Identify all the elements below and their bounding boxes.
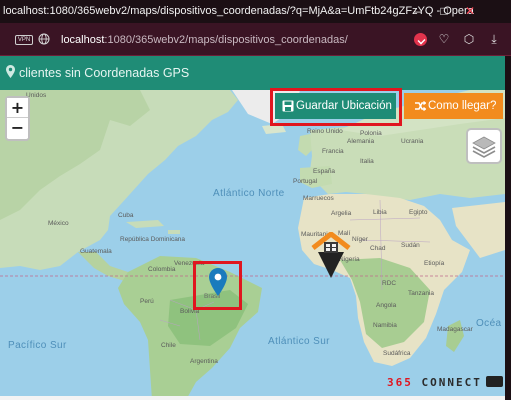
address-bar: VPN localhost:1080/365webv2/maps/disposi…: [0, 23, 511, 56]
map-label-spain: España: [313, 168, 336, 175]
ocean-label-pacific-south: Pacífico Sur: [8, 340, 67, 351]
maximize-icon[interactable]: □: [436, 3, 452, 19]
heart-icon[interactable]: ♡: [437, 32, 451, 46]
globe-icon: [38, 33, 50, 45]
map-label-angola: Angola: [376, 302, 397, 309]
ocean-label-indian: Océa Índi: [476, 318, 505, 329]
page-title: clientes sin Coordenadas GPS: [19, 66, 190, 80]
map-label-argentina: Argentina: [190, 358, 218, 365]
snapshot-icon[interactable]: ⬡: [462, 32, 476, 46]
save-location-label: Guardar Ubicación: [296, 100, 392, 112]
map-label-sudan: Sudán: [401, 242, 420, 249]
floppy-disk-icon: [282, 100, 294, 112]
ocean-label-atlantic-south: Atlántico Sur: [268, 336, 330, 347]
route-icon: [415, 100, 426, 112]
map-label-poland: Polonia: [360, 130, 382, 137]
map-label-dominican: República Dominicana: [120, 236, 186, 243]
highlight-box-marker: [193, 261, 242, 310]
map-label-south-africa: Sudáfrica: [383, 350, 411, 357]
map-label-drc: RDC: [382, 280, 397, 287]
map-label-ukraine: Ucrania: [401, 138, 424, 145]
map-label-ethiopia: Etiopía: [424, 260, 445, 267]
brand-logo-badge: [485, 376, 503, 387]
vpn-badge[interactable]: VPN: [15, 35, 33, 45]
window-title: localhost:1080/365webv2/maps/dispositivo…: [3, 5, 474, 17]
layers-control[interactable]: [466, 128, 502, 164]
directions-button[interactable]: Como llegar?: [404, 93, 503, 119]
map-label-peru: Perú: [140, 298, 154, 305]
map-canvas[interactable]: Reino Unido Polonia Alemania Ucrania Fra…: [0, 90, 505, 400]
ocean-label-atlantic-north: Atlántico Norte: [213, 188, 285, 199]
map-label-cuba: Cuba: [118, 212, 134, 219]
brand-logo: 365 CONNECT: [387, 376, 503, 389]
home-marker-icon[interactable]: [309, 232, 353, 280]
url-field[interactable]: localhost:1080/365webv2/maps/dispositivo…: [61, 34, 348, 46]
map-label-colombia: Colombia: [148, 266, 176, 273]
map-label-chad: Chad: [370, 245, 386, 252]
app-header: clientes sin Coordenadas GPS: [0, 56, 505, 90]
brand-logo-number: 365: [387, 376, 413, 389]
map-label-portugal: Portugal: [293, 178, 318, 185]
map-label-libya: Libia: [373, 209, 387, 216]
map-label-egypt: Egipto: [409, 209, 428, 216]
map-marker-icon: [6, 65, 15, 78]
close-icon[interactable]: ✕: [462, 3, 478, 19]
window-titlebar: localhost:1080/365webv2/maps/dispositivo…: [0, 0, 511, 23]
map-label-guatemala: Guatemala: [80, 248, 112, 255]
save-location-button[interactable]: Guardar Ubicación: [275, 93, 396, 119]
zoom-in-button[interactable]: +: [7, 98, 28, 118]
map-label-mexico: México: [48, 220, 69, 227]
window-edge: [505, 56, 511, 400]
map-label-chile: Chile: [161, 342, 176, 349]
map-label-namibia: Namibia: [373, 322, 397, 329]
map-label-italy: Italia: [360, 158, 374, 165]
map-label-france: Francia: [322, 148, 344, 155]
zoom-out-button[interactable]: −: [7, 118, 28, 138]
directions-label: Como llegar?: [428, 100, 497, 112]
layers-icon: [472, 136, 496, 158]
map-label-algeria: Argelia: [331, 210, 352, 217]
minimize-icon[interactable]: –: [410, 3, 426, 19]
map-label-niger: Níger: [352, 236, 368, 243]
adblock-shield-icon[interactable]: [414, 33, 427, 46]
map-label-morocco: Marruecos: [303, 195, 334, 202]
zoom-control: + −: [5, 96, 30, 141]
brand-logo-text: CONNECT: [412, 376, 482, 389]
url-host: localhost: [61, 34, 105, 46]
map-label-madagascar: Madagascar: [437, 326, 473, 333]
map-label-germany: Alemania: [347, 138, 375, 145]
map-label-uk: Reino Unido: [307, 128, 343, 135]
map-label-tanzania: Tanzania: [408, 290, 435, 297]
download-icon[interactable]: ⤓: [487, 32, 501, 46]
url-path: :1080/365webv2/maps/dispositivos_coorden…: [104, 34, 348, 46]
world-map: [0, 90, 505, 400]
